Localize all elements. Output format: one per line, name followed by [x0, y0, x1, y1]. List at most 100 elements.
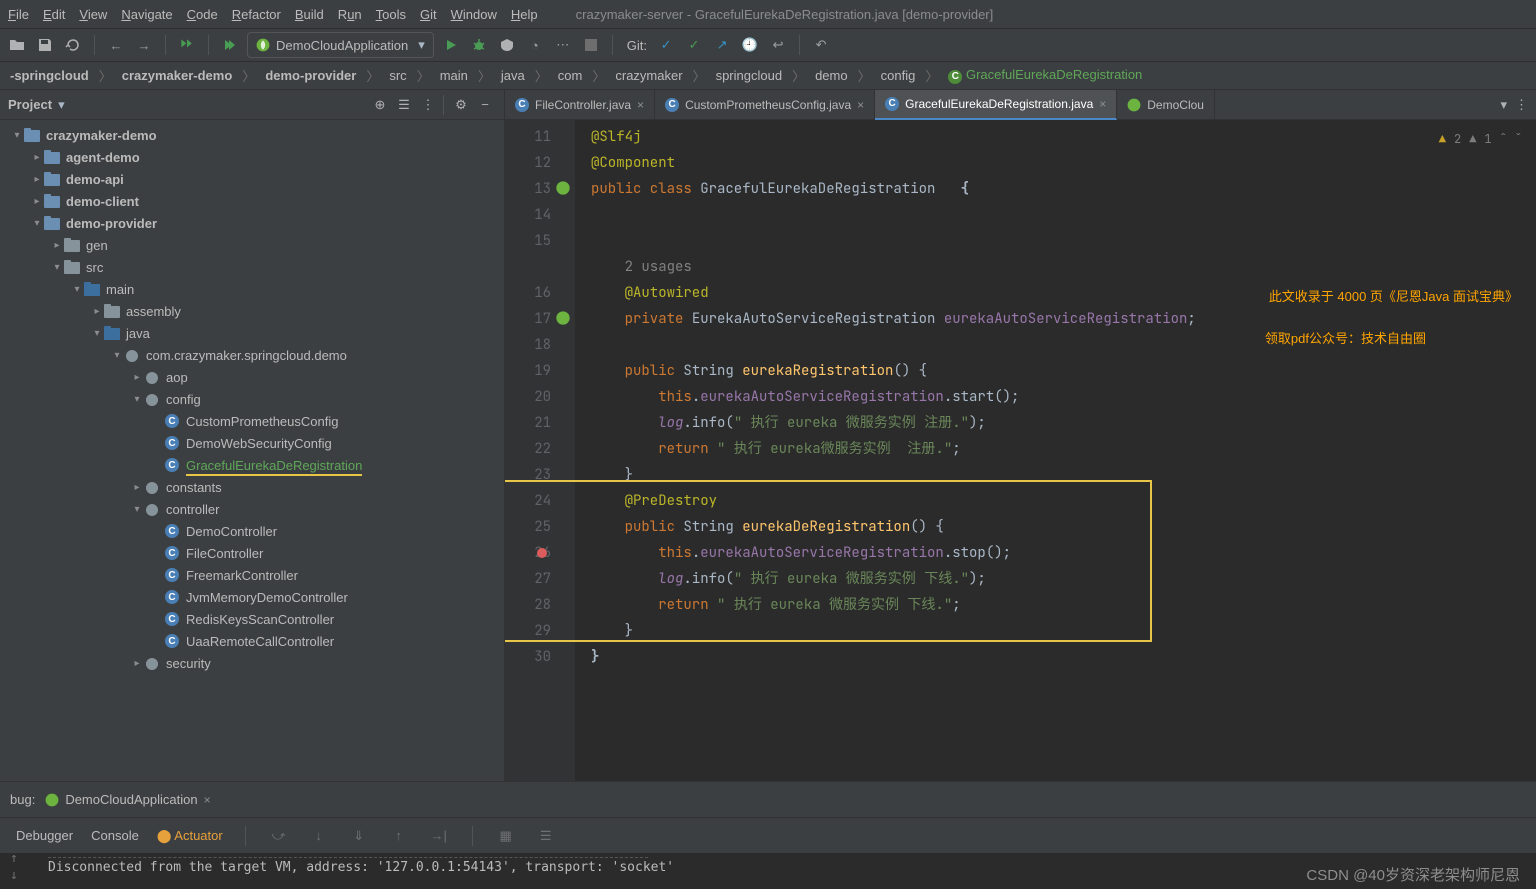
code-line[interactable]: } [591, 618, 1536, 644]
breadcrumb-item[interactable]: config [875, 66, 922, 85]
tree-item[interactable]: ▸constants [0, 476, 504, 498]
code-line[interactable]: } [591, 462, 1536, 488]
scroll-down-icon[interactable]: ↓ [10, 868, 18, 883]
step-over-icon[interactable]: ⤻ [268, 825, 290, 847]
code-line[interactable]: log.info(" 执行 eureka 微服务实例 注册."); [591, 410, 1536, 436]
tree-item[interactable]: CFreemarkController [0, 564, 504, 586]
step-out-icon[interactable]: ↑ [388, 825, 410, 847]
tree-item[interactable]: ▾main [0, 278, 504, 300]
breadcrumb-item[interactable]: crazymaker-demo [116, 66, 239, 85]
editor-tab[interactable]: DemoClou [1117, 90, 1215, 120]
tab-console[interactable]: Console [91, 828, 139, 843]
run-button[interactable] [440, 34, 462, 56]
chevron-down-icon[interactable]: ▾ [1500, 97, 1507, 113]
undo-icon[interactable]: ↶ [810, 34, 832, 56]
tree-item[interactable]: CDemoWebSecurityConfig [0, 432, 504, 454]
breadcrumb-item[interactable]: C GracefulEurekaDeRegistration [942, 65, 1148, 86]
chevron-up-icon[interactable]: ˆ [1500, 126, 1507, 152]
gear-icon[interactable]: ⚙ [450, 94, 472, 116]
menu-refactor[interactable]: Refactor [232, 7, 281, 22]
collapse-all-icon[interactable]: ⋮ [417, 94, 439, 116]
breadcrumb-item[interactable]: src [383, 66, 412, 85]
debug-run-tab[interactable]: DemoCloudApplication × [45, 792, 210, 807]
breadcrumb-item[interactable]: springcloud [710, 66, 789, 85]
code-line[interactable]: public String eurekaDeRegistration() { [591, 514, 1536, 540]
tree-item[interactable]: ▾config [0, 388, 504, 410]
profile-icon[interactable]: ◔ [524, 34, 546, 56]
code-line[interactable]: return " 执行 eureka 微服务实例 下线."; [591, 592, 1536, 618]
tree-item[interactable]: CCustomPrometheusConfig [0, 410, 504, 432]
menu-edit[interactable]: Edit [43, 7, 65, 22]
tree-item[interactable]: CJvmMemoryDemoController [0, 586, 504, 608]
code-line[interactable]: @PreDestroy [591, 488, 1536, 514]
close-icon[interactable]: × [204, 793, 211, 807]
tree-item[interactable]: ▾java [0, 322, 504, 344]
tree-item[interactable]: CUaaRemoteCallController [0, 630, 504, 652]
more-icon[interactable]: ⋮ [1515, 97, 1528, 113]
evaluate-icon[interactable]: ▦ [495, 825, 517, 847]
editor-tab[interactable]: CGracefulEurekaDeRegistration.java× [875, 90, 1117, 120]
build-icon[interactable] [176, 34, 198, 56]
tree-item[interactable]: CGracefulEurekaDeRegistration [0, 454, 504, 476]
menu-code[interactable]: Code [187, 7, 218, 22]
close-icon[interactable]: × [857, 98, 864, 112]
gutter[interactable]: 1112131415161718192021222324252627282930 [505, 120, 575, 781]
close-icon[interactable]: × [637, 98, 644, 112]
menu-navigate[interactable]: Navigate [121, 7, 172, 22]
git-rollback-icon[interactable]: ↩ [767, 34, 789, 56]
breadcrumb-item[interactable]: demo [809, 66, 854, 85]
run-config-select[interactable]: DemoCloudApplication ▾ [247, 32, 434, 58]
scroll-up-icon[interactable]: ↑ [10, 851, 18, 866]
force-step-into-icon[interactable]: ⇓ [348, 825, 370, 847]
menu-git[interactable]: Git [420, 7, 437, 22]
git-commit-icon[interactable]: ✓ [683, 34, 705, 56]
code-line[interactable] [591, 202, 1536, 228]
back-icon[interactable]: ← [105, 34, 127, 56]
code-line[interactable]: this.eurekaAutoServiceRegistration.start… [591, 384, 1536, 410]
menu-help[interactable]: Help [511, 7, 538, 22]
code-line[interactable]: return " 执行 eureka微服务实例 注册."; [591, 436, 1536, 462]
inspection-widget[interactable]: ▲2 ▲1 ˆ ˇ [1439, 126, 1522, 152]
tree-item[interactable]: ▸demo-api [0, 168, 504, 190]
tree-item[interactable]: ▾demo-provider [0, 212, 504, 234]
tree-item[interactable]: ▸gen [0, 234, 504, 256]
open-icon[interactable] [6, 34, 28, 56]
tree-item[interactable]: CRedisKeysScanController [0, 608, 504, 630]
tree-item[interactable]: ▸security [0, 652, 504, 674]
forward-icon[interactable]: → [133, 34, 155, 56]
tree-item[interactable]: ▾com.crazymaker.springcloud.demo [0, 344, 504, 366]
tree-item[interactable]: ▸agent-demo [0, 146, 504, 168]
console-output[interactable]: ↑ ↓ Disconnected from the target VM, add… [0, 853, 1536, 889]
trace-icon[interactable]: ☰ [535, 825, 557, 847]
git-update-icon[interactable]: ✓ [655, 34, 677, 56]
code-line[interactable]: public class GracefulEurekaDeRegistratio… [591, 176, 1536, 202]
tree-item[interactable]: ▾controller [0, 498, 504, 520]
coverage-icon[interactable] [496, 34, 518, 56]
code-line[interactable]: @Component [591, 150, 1536, 176]
menu-run[interactable]: Run [338, 7, 362, 22]
project-panel-title[interactable]: Project [8, 97, 52, 112]
code-line[interactable]: this.eurekaAutoServiceRegistration.stop(… [591, 540, 1536, 566]
run-to-cursor-icon[interactable]: →| [428, 825, 450, 847]
code-line[interactable]: } [591, 644, 1536, 670]
tree-item[interactable]: ▾src [0, 256, 504, 278]
debug-button[interactable] [468, 34, 490, 56]
menu-window[interactable]: Window [451, 7, 497, 22]
menu-tools[interactable]: Tools [376, 7, 406, 22]
menu-file[interactable]: File [8, 7, 29, 22]
hide-icon[interactable]: − [474, 94, 496, 116]
breadcrumb-item[interactable]: java [495, 66, 531, 85]
breadcrumb-item[interactable]: crazymaker [609, 66, 688, 85]
code-editor[interactable]: 1112131415161718192021222324252627282930… [505, 120, 1536, 781]
code-body[interactable]: 此文收录于 4000 页《尼恩Java 面试宝典》 领取pdf公众号：技术自由圈… [575, 120, 1536, 781]
expand-all-icon[interactable]: ☰ [393, 94, 415, 116]
refresh-icon[interactable] [62, 34, 84, 56]
chevron-down-icon[interactable]: ˇ [1515, 126, 1522, 152]
code-line[interactable]: @Slf4j [591, 124, 1536, 150]
tree-item[interactable]: ▸aop [0, 366, 504, 388]
close-icon[interactable]: × [1099, 97, 1106, 111]
code-line[interactable] [591, 228, 1536, 254]
breadcrumb-item[interactable]: com [552, 66, 589, 85]
tree-item[interactable]: CFileController [0, 542, 504, 564]
select-opened-file-icon[interactable]: ⊕ [369, 94, 391, 116]
